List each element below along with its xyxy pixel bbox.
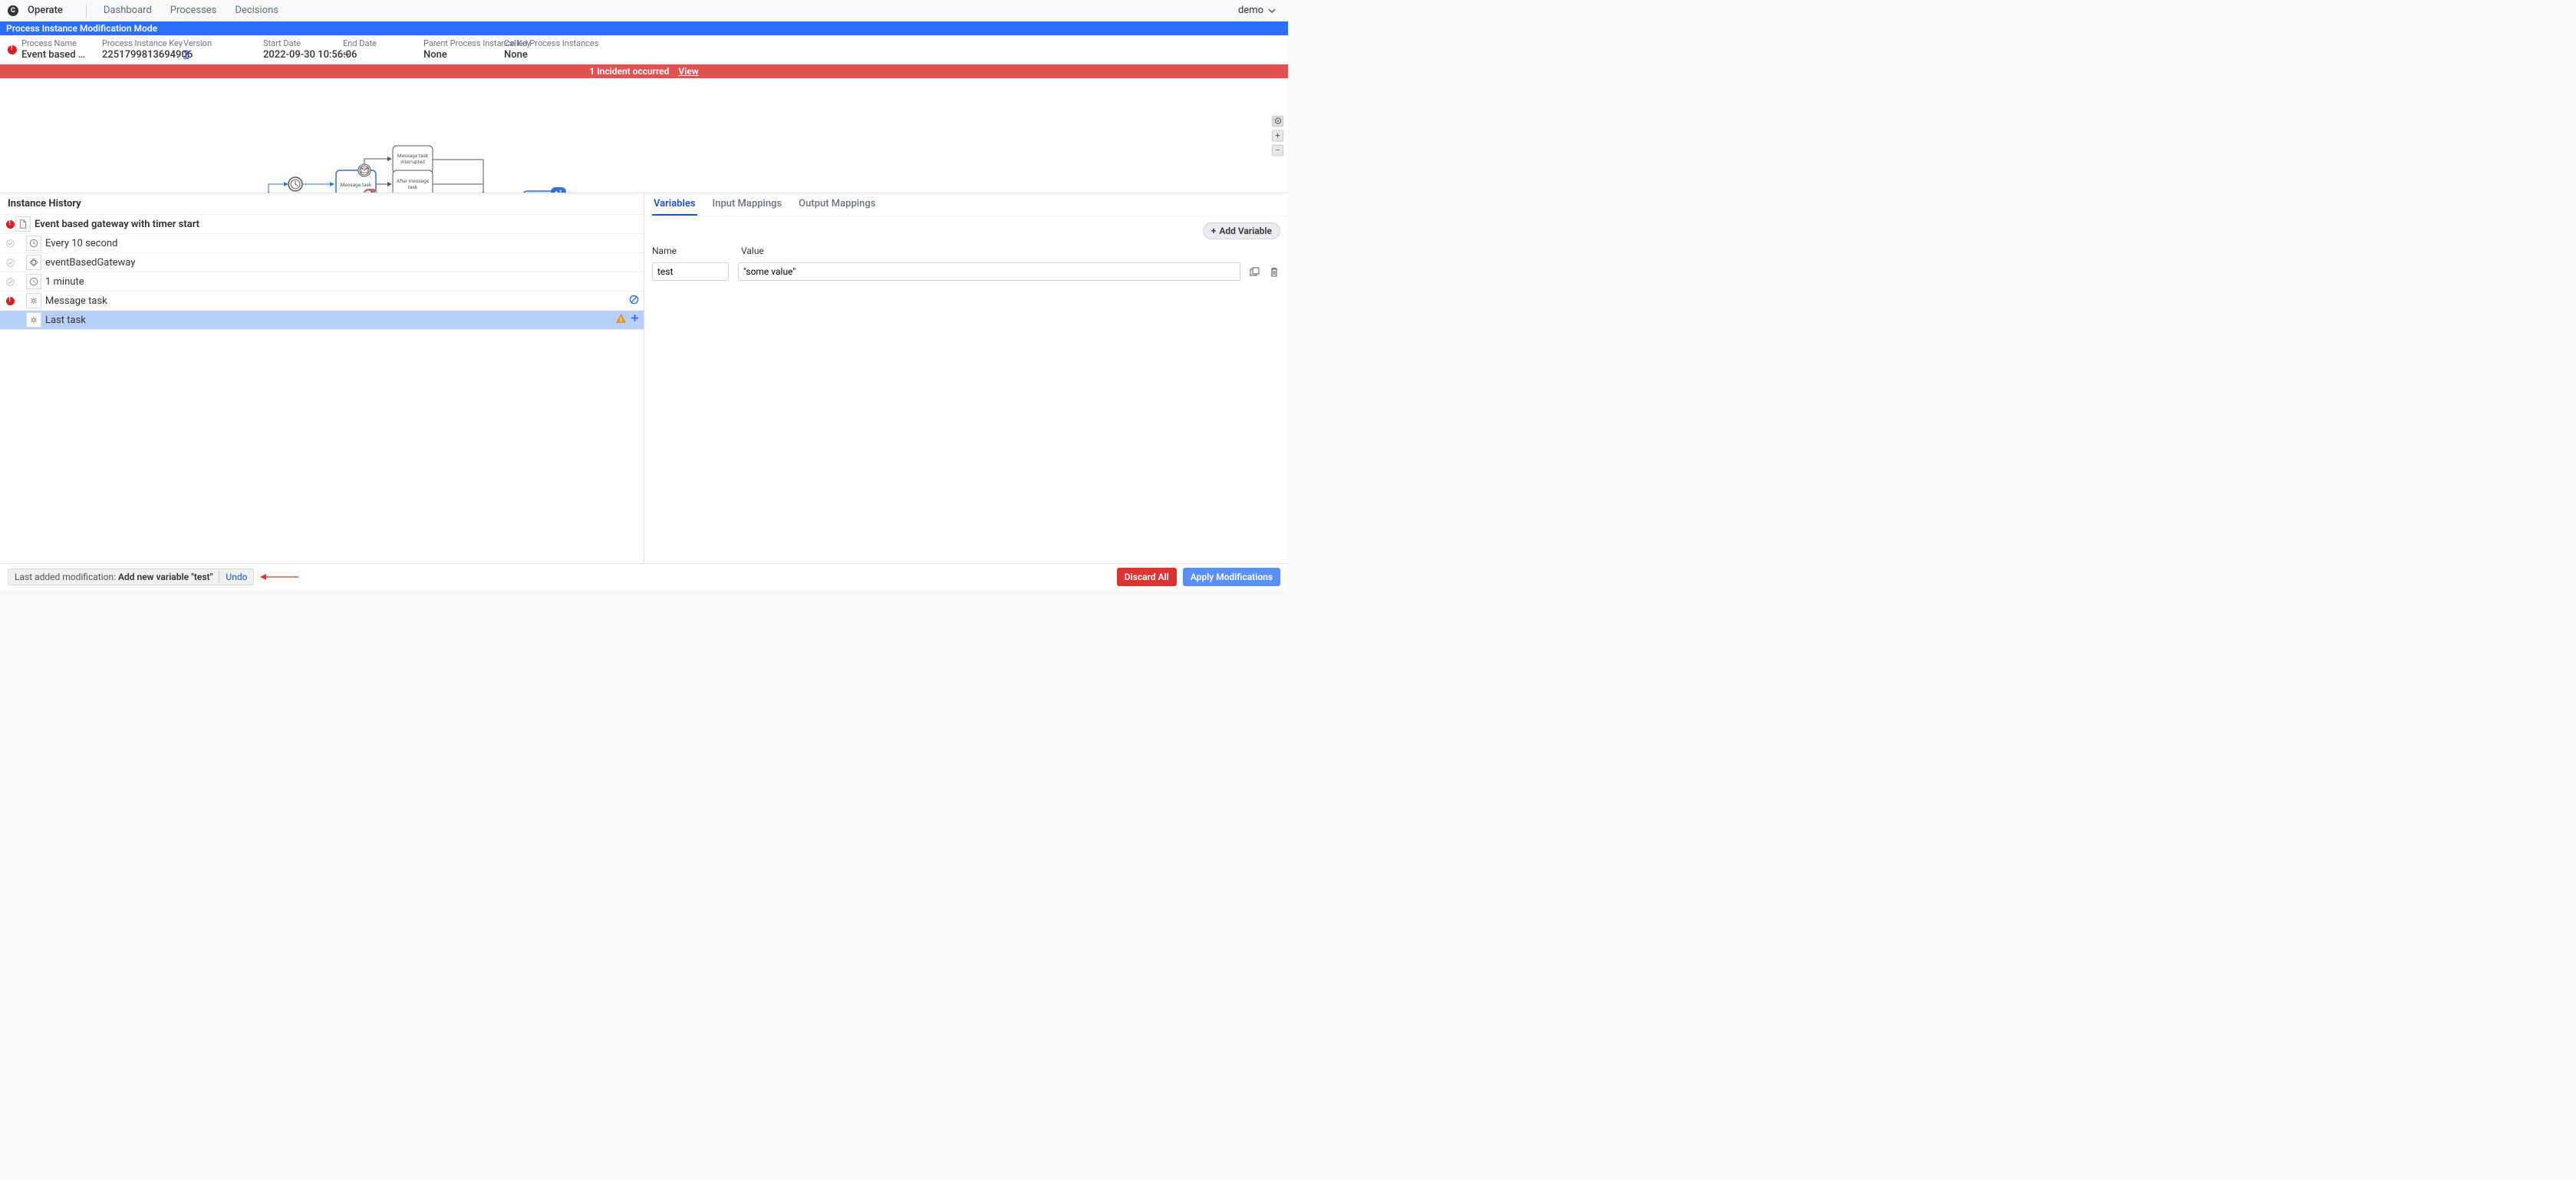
add-variable-button[interactable]: + Add Variable [1203, 222, 1280, 239]
svg-text:After message: After message [397, 178, 430, 184]
tab-input-mappings[interactable]: Input Mappings [711, 198, 784, 216]
separator [86, 4, 87, 18]
svg-text:Message task: Message task [341, 182, 372, 188]
nav-processes[interactable]: Processes [161, 0, 226, 21]
clock-icon [26, 274, 41, 289]
last-mod-msg: Add new variable "test" [118, 572, 212, 582]
modification-mode-bar: Process Instance Modification Mode [0, 21, 1288, 35]
history-row[interactable]: eventBasedGateway [0, 253, 644, 272]
incident-icon [8, 45, 17, 54]
lbl-start-date: Start Date [263, 38, 328, 48]
history-row[interactable]: Event based gateway with timer start [0, 215, 644, 234]
val-called: None [504, 49, 598, 61]
history-row-label: 1 minute [45, 276, 639, 288]
nav-decisions[interactable]: Decisions [226, 0, 288, 21]
col-name: Name [652, 246, 732, 256]
svg-text:interrupted: interrupted [400, 159, 425, 165]
zoom-in-button[interactable]: + [1272, 130, 1283, 141]
add-icon[interactable] [631, 314, 639, 327]
diagram-canvas[interactable]: Every 10 second 1 minute Message task ! … [0, 78, 1288, 193]
tab-output-mappings[interactable]: Output Mappings [797, 198, 877, 216]
undo-button[interactable]: Undo [226, 572, 247, 582]
svg-text:+ 1: + 1 [555, 190, 562, 193]
lbl-called: Called Process Instances [504, 38, 598, 48]
history-row[interactable]: 1 minute [0, 272, 644, 292]
blocked-icon [629, 295, 639, 308]
lbl-version: Version [183, 38, 248, 48]
clock-icon [26, 236, 41, 251]
svg-text:task: task [408, 184, 418, 190]
val-instance-key: 2251799813694906 [102, 49, 168, 61]
doc-icon [15, 216, 31, 232]
variables-panel: Variables Input Mappings Output Mappings… [644, 193, 1288, 563]
lbl-end-date: End Date [343, 38, 408, 48]
warning-icon [616, 314, 626, 327]
variable-value-input[interactable] [738, 262, 1240, 281]
history-row-label: eventBasedGateway [45, 257, 639, 269]
history-row-label: Last task [45, 315, 616, 326]
tab-variables[interactable]: Variables [652, 198, 697, 216]
chevron-down-icon [1268, 8, 1276, 13]
footer: Last added modification: Add new variabl… [0, 563, 1288, 590]
col-value: Value [741, 246, 1280, 256]
val-end-date: -- [343, 49, 408, 61]
add-variable-label: Add Variable [1219, 226, 1272, 236]
history-row[interactable]: Message task [0, 292, 644, 311]
zoom-controls: + − [1272, 115, 1283, 156]
incident-view-link[interactable]: View [678, 66, 698, 77]
annotation-arrow [260, 573, 298, 581]
expand-value-icon[interactable] [1250, 267, 1260, 277]
state-icon [5, 259, 15, 267]
lbl-process-name: Process Name [21, 38, 87, 48]
history-row[interactable]: Every 10 second [0, 234, 644, 253]
gear-icon [26, 312, 41, 328]
user-label: demo [1238, 5, 1263, 16]
apply-modifications-button[interactable]: Apply Modifications [1183, 568, 1280, 586]
gear-icon [26, 293, 41, 308]
history-row[interactable]: Last task [0, 311, 644, 330]
state-icon [5, 239, 15, 248]
svg-text:Message task: Message task [397, 153, 429, 159]
history-row-label: Message task [45, 295, 629, 307]
history-row-label: Event based gateway with timer start [35, 219, 639, 230]
history-row-label: Every 10 second [45, 238, 639, 249]
plus-icon: + [1211, 226, 1217, 236]
topbar: C Operate Dashboard Processes Decisions … [0, 0, 1288, 21]
val-process-name: Event based gateway with timer… [21, 49, 87, 61]
incident-bar: 1 Incident occurred View [0, 64, 1288, 78]
instance-info: Process NameEvent based gateway with tim… [0, 35, 1288, 64]
gw-icon [26, 255, 41, 270]
val-version-link[interactable]: 2 [183, 49, 189, 61]
nav-dashboard[interactable]: Dashboard [94, 0, 161, 21]
svg-text:1: 1 [374, 191, 377, 193]
val-parent-key: None [423, 49, 489, 61]
lbl-instance-key: Process Instance Key [102, 38, 168, 48]
zoom-out-button[interactable]: − [1272, 144, 1283, 156]
last-mod-chip: Last added modification: Add new variabl… [8, 569, 254, 585]
history-title: Instance History [0, 193, 644, 215]
last-mod-prefix: Last added modification: [15, 572, 116, 582]
user-menu[interactable]: demo [1234, 5, 1280, 16]
val-start-date: 2022-09-30 10:56:06 [263, 49, 328, 61]
instance-history-panel: Instance History Event based gateway wit… [0, 193, 644, 563]
state-icon [5, 278, 15, 286]
delete-variable-icon[interactable] [1270, 267, 1280, 277]
logo: C [8, 5, 18, 16]
lbl-parent-key: Parent Process Instance Key [423, 38, 489, 48]
incident-msg: 1 Incident occurred [589, 66, 669, 77]
reset-view-button[interactable] [1272, 115, 1283, 127]
variable-name-input[interactable] [652, 262, 729, 281]
discard-all-button[interactable]: Discard All [1117, 568, 1177, 586]
brand: Operate [28, 5, 63, 16]
state-icon [5, 220, 15, 229]
state-icon [5, 297, 15, 305]
